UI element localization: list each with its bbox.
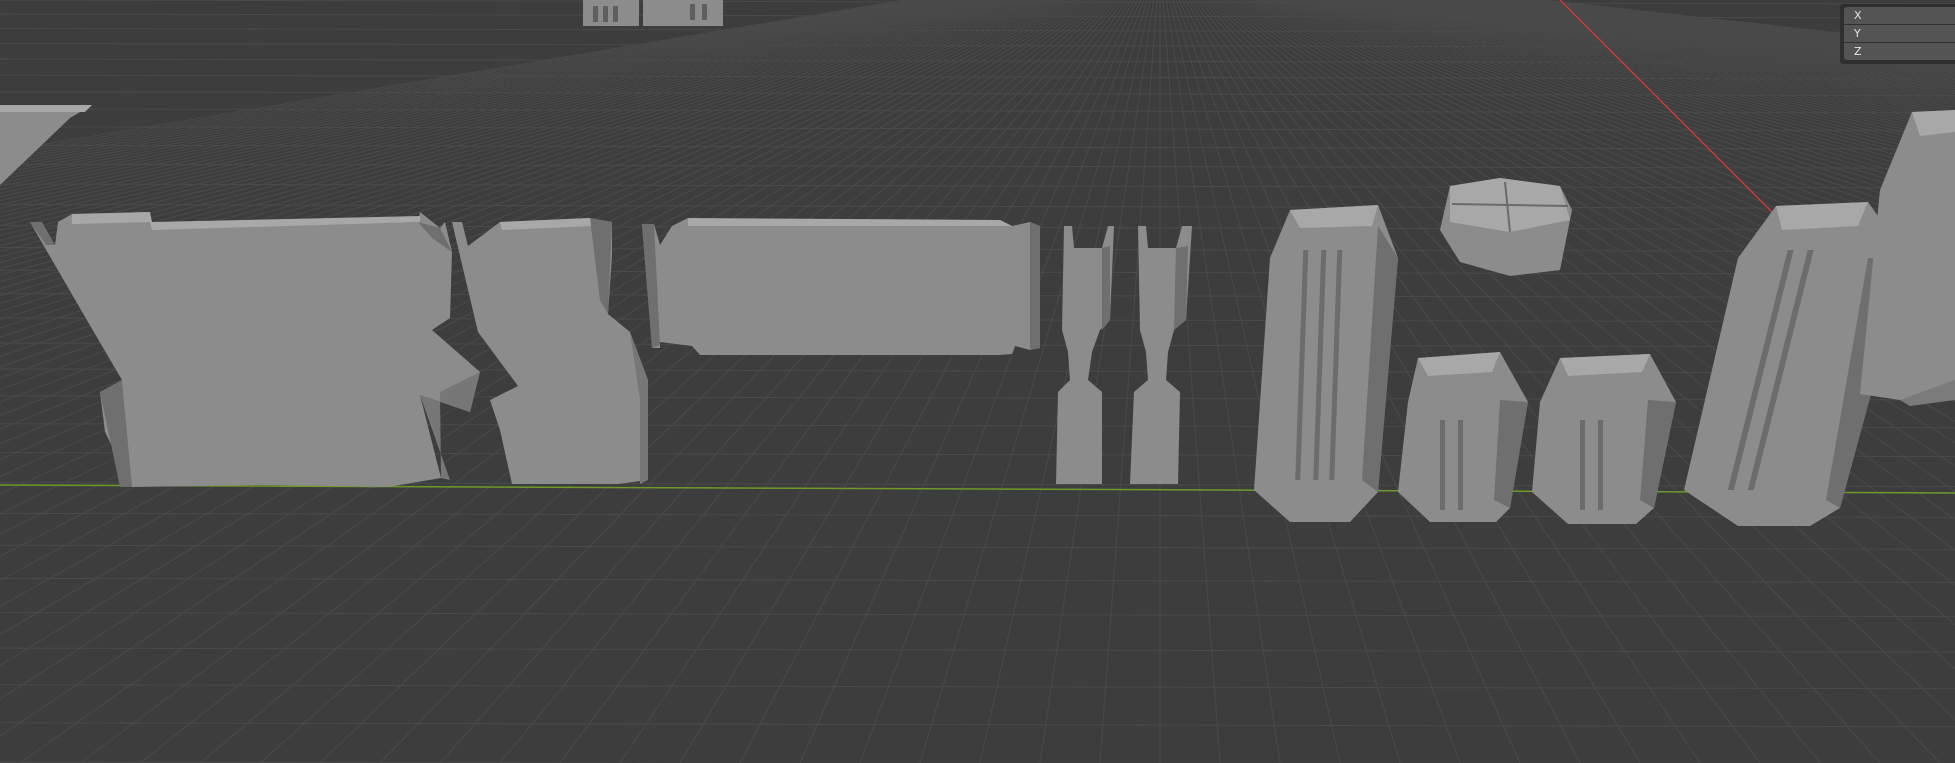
grid-line (919, 0, 1148, 763)
grid-line (619, 0, 1132, 763)
tall-pillar-edge[interactable] (1860, 110, 1955, 406)
grid-line (1039, 0, 1155, 763)
short-pillar-1[interactable] (1398, 352, 1528, 522)
viewport-scene (0, 0, 1955, 763)
axis-x-label: X (1854, 9, 1862, 22)
narrow-panel-1[interactable] (1056, 226, 1114, 484)
grid-line (0, 612, 1955, 618)
transform-axis-panel: X Y Z (1840, 4, 1955, 64)
background-blocks-top[interactable] (583, 0, 723, 26)
narrow-panel-2[interactable] (1130, 226, 1192, 484)
grid-line (1162, 0, 1221, 763)
grid-line (0, 722, 1955, 728)
axis-z-label: Z (1854, 45, 1862, 58)
grid-line (0, 577, 1955, 583)
grid-line (0, 183, 1955, 189)
grid-line (0, 544, 1955, 550)
grid-line (679, 0, 1135, 763)
wall-panel-wide[interactable] (642, 218, 1040, 355)
wall-panel-medium[interactable] (452, 218, 648, 484)
3d-viewport[interactable]: X Y Z (0, 0, 1955, 763)
grid-line (0, 684, 1955, 690)
axis-x-field[interactable]: X (1844, 7, 1955, 24)
grid-line (0, 512, 1955, 518)
capstone-block[interactable] (1440, 178, 1572, 276)
axis-y-field[interactable]: Y (1844, 25, 1955, 42)
grid-line (0, 647, 1955, 653)
grid-line (979, 0, 1151, 763)
axis-y-label: Y (1854, 27, 1861, 40)
grid-line (0, 163, 1955, 169)
wall-panel-large[interactable] (30, 212, 480, 487)
short-pillar-2[interactable] (1532, 354, 1676, 524)
tall-pillar-left[interactable] (1254, 205, 1398, 522)
axis-z-field[interactable]: Z (1844, 43, 1955, 60)
